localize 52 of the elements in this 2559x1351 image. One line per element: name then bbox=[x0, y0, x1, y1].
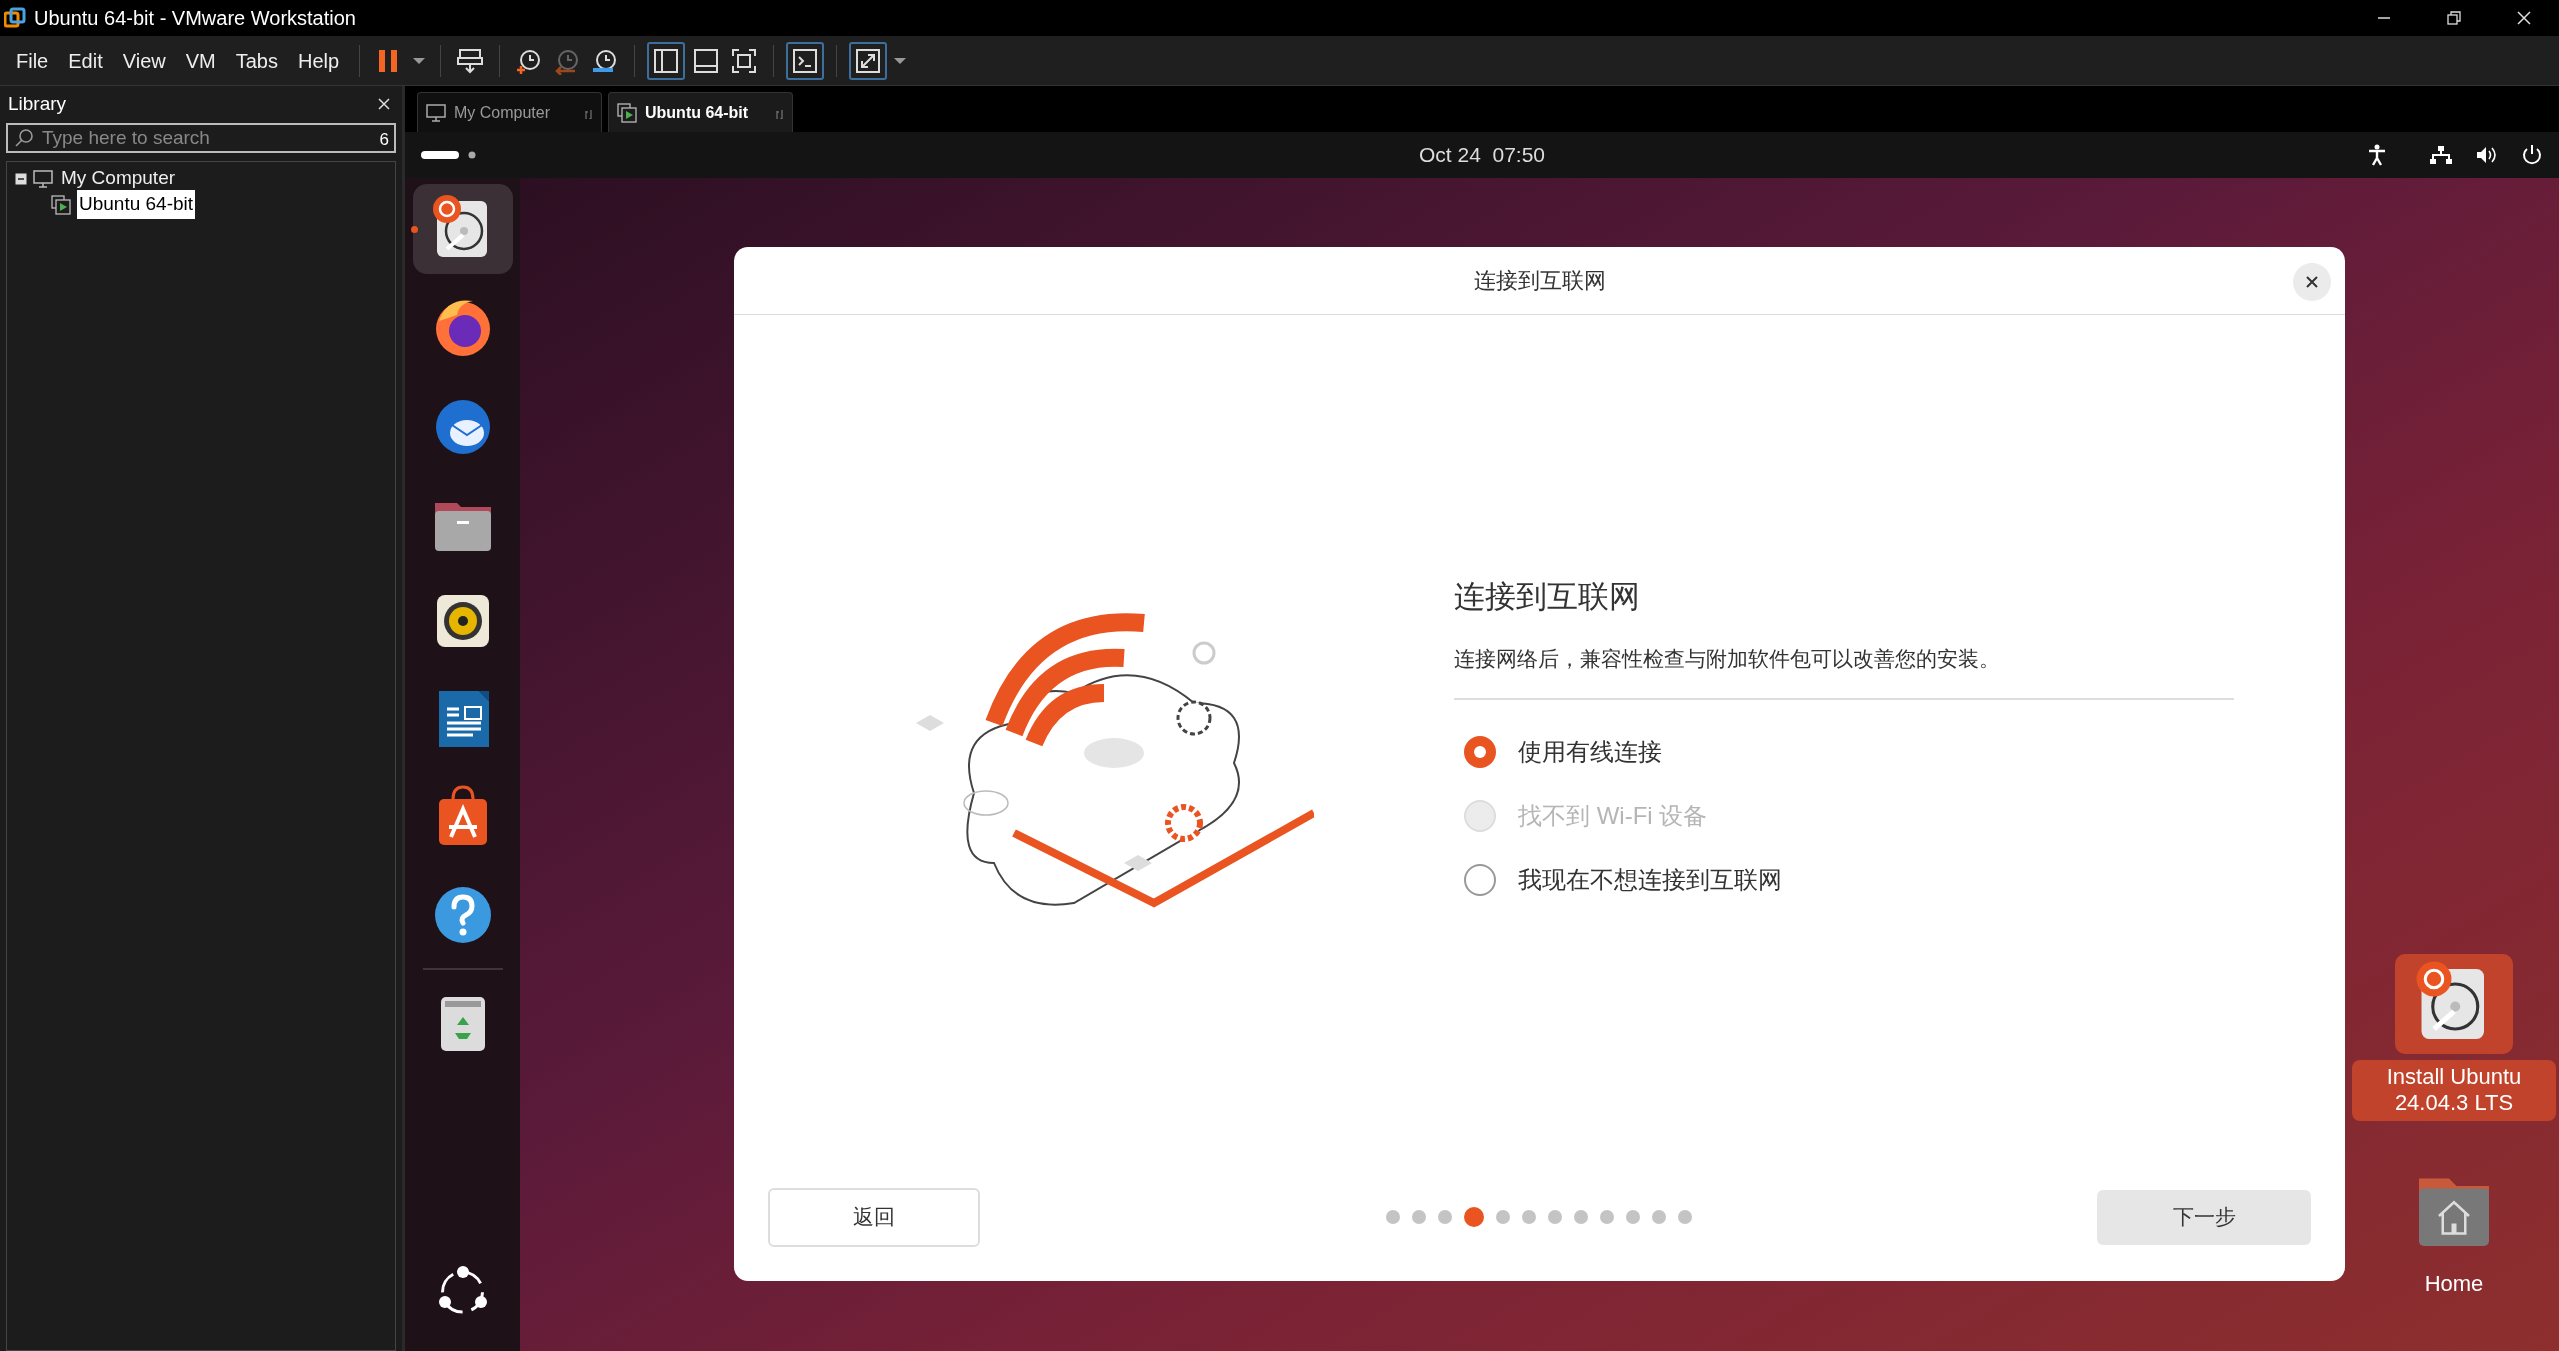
tree-item[interactable]: Ubuntu 64-bit bbox=[77, 190, 196, 219]
menu-item[interactable]: View bbox=[114, 43, 174, 78]
stretch-button[interactable] bbox=[849, 41, 888, 80]
dialog-title: 连接到互联网 bbox=[1473, 267, 1606, 295]
page-heading: 连接到互联网 bbox=[1454, 578, 1641, 616]
menu-item[interactable]: VM bbox=[177, 43, 224, 78]
tab[interactable]: Ubuntu 64-bit bbox=[608, 92, 793, 132]
window-title: Ubuntu 64-bit - VMware Workstation bbox=[34, 6, 356, 31]
console-button[interactable] bbox=[786, 41, 825, 80]
close-icon bbox=[2305, 275, 2319, 289]
vmware-logo-icon bbox=[4, 7, 26, 29]
back-button[interactable]: 返回 bbox=[768, 1187, 980, 1247]
accessibility-icon[interactable] bbox=[2367, 144, 2387, 166]
close-icon bbox=[2517, 11, 2531, 25]
menu-item[interactable]: Tabs bbox=[227, 43, 286, 78]
keyboard-arrow-icon bbox=[456, 46, 485, 75]
computer-icon bbox=[426, 103, 446, 122]
close-button[interactable] bbox=[2293, 263, 2331, 301]
caret-icon bbox=[413, 57, 426, 64]
volume-icon[interactable] bbox=[2475, 145, 2499, 165]
tab[interactable]: My Computer bbox=[417, 92, 602, 132]
radio-option[interactable]: 我现在不想连接到互联网 bbox=[1454, 848, 1792, 912]
vm-icon bbox=[51, 194, 71, 215]
clock[interactable]: Oct 24 07:50 bbox=[1418, 139, 1546, 171]
result-count: 6 bbox=[379, 128, 389, 151]
power-icon[interactable] bbox=[2521, 144, 2543, 166]
terminal-icon bbox=[791, 46, 820, 75]
resize-icon bbox=[854, 46, 883, 75]
next-button[interactable]: 下一步 bbox=[2097, 1189, 2311, 1245]
radio-button[interactable] bbox=[1464, 864, 1496, 896]
network-icon[interactable] bbox=[2429, 145, 2453, 165]
library-title: Library bbox=[8, 92, 67, 116]
radio-option[interactable]: 使用有线连接 bbox=[1454, 720, 1672, 784]
menu-item[interactable]: File bbox=[8, 43, 57, 78]
menu-item[interactable]: Edit bbox=[60, 43, 111, 78]
collapse-icon[interactable] bbox=[15, 172, 27, 185]
restore-icon bbox=[2447, 11, 2461, 25]
menu-item[interactable]: Help bbox=[289, 43, 348, 78]
close-icon bbox=[377, 97, 391, 112]
sidebar-layout-icon bbox=[652, 46, 681, 75]
dock-item[interactable] bbox=[412, 184, 513, 274]
caret-icon bbox=[894, 57, 907, 64]
panel-layout-icon bbox=[692, 46, 721, 75]
radio-button[interactable] bbox=[1464, 736, 1496, 768]
fullscreen-icon bbox=[730, 46, 759, 75]
running-indicator bbox=[410, 226, 418, 233]
vm-icon bbox=[617, 102, 637, 123]
workspace-indicator-icon[interactable] bbox=[421, 150, 477, 160]
description-text: 连接网络后，兼容性检查与附加软件包可以改善您的安装。 bbox=[1454, 642, 2234, 700]
library-view-button[interactable] bbox=[647, 41, 686, 80]
computer-icon bbox=[33, 169, 53, 188]
tree-item[interactable]: My Computer bbox=[59, 164, 178, 193]
